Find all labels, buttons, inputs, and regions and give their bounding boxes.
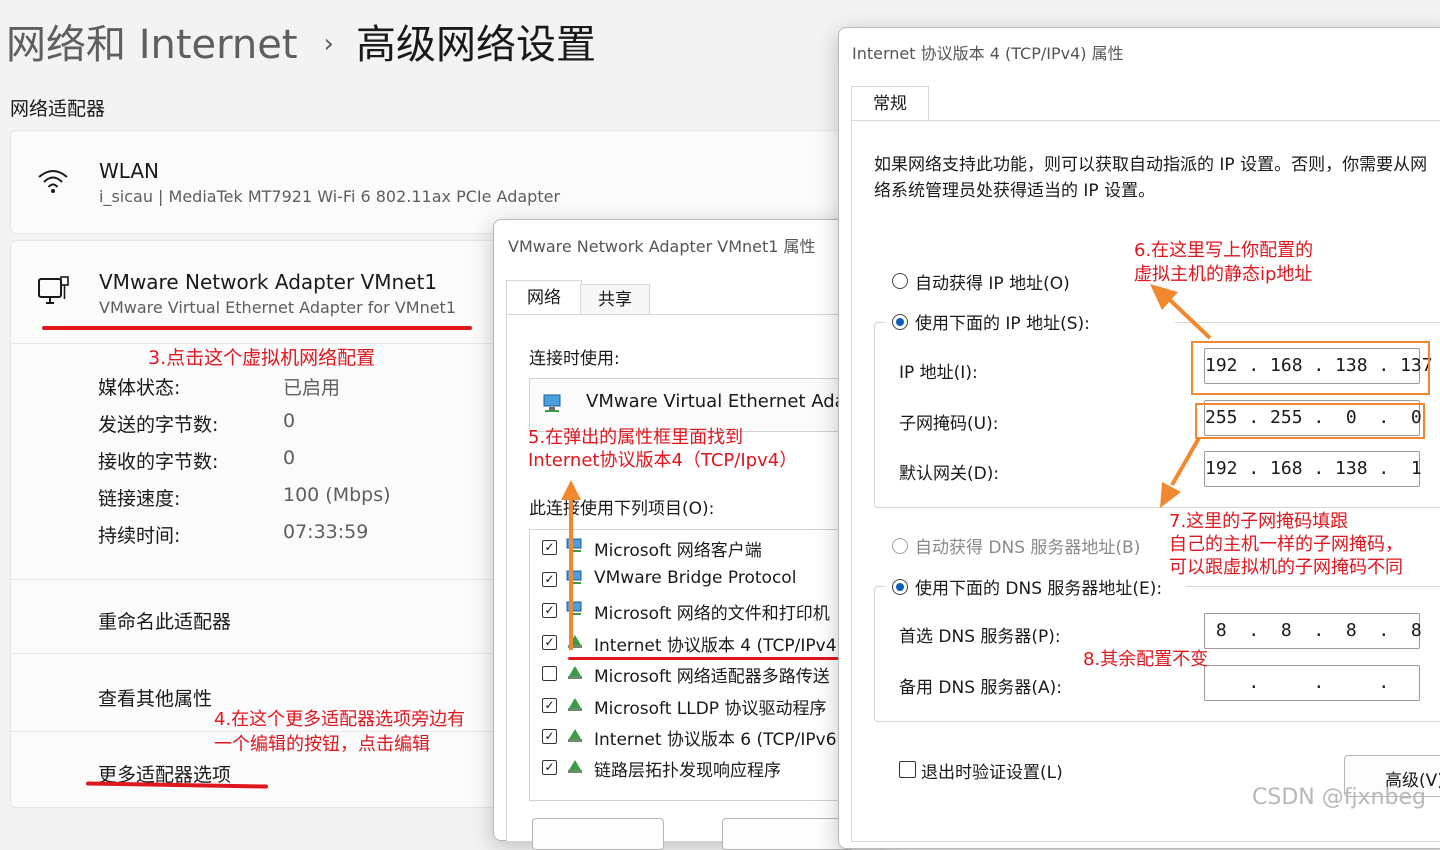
watermark: CSDN @fjxnbeg [1252,785,1427,810]
arrow-step6 [1150,284,1212,340]
annotation-arrows [561,284,1212,650]
arrow-step5 [561,480,581,650]
arrow-step7 [1160,437,1201,508]
